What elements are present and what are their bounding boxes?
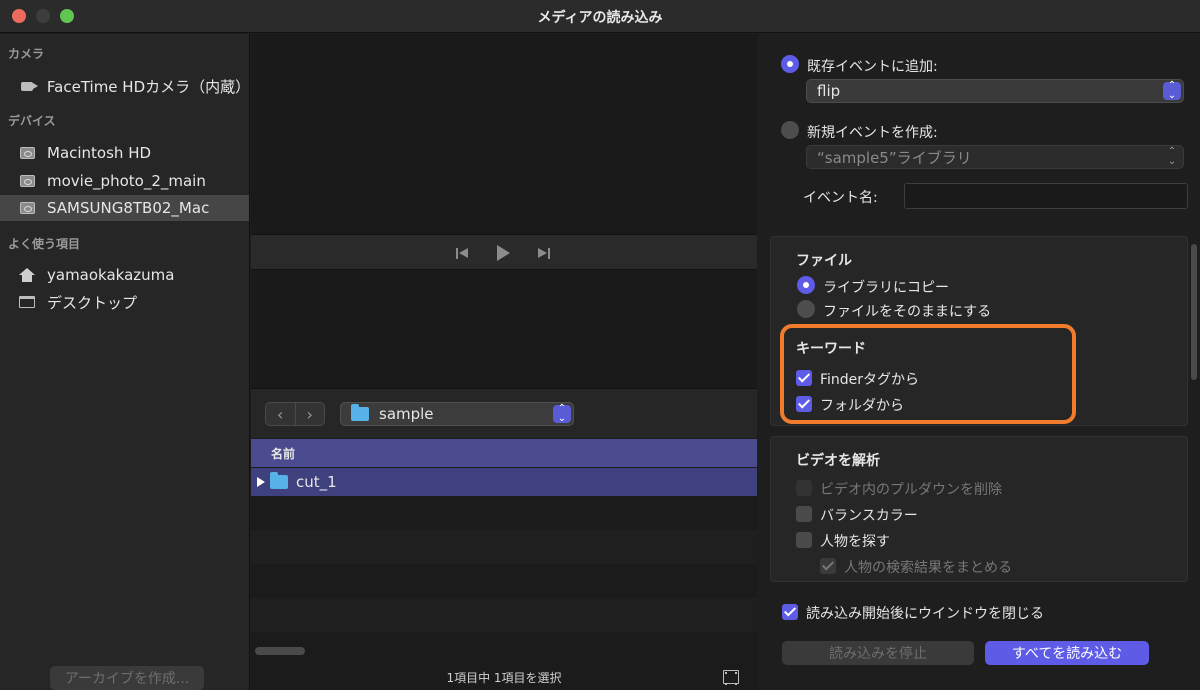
sidebar-section-favorites: よく使う項目 [8,237,81,251]
file-group-title: ファイル [796,253,852,269]
consolidate-people-checkbox[interactable] [820,558,836,574]
leave-in-place-label: ファイルをそのままにする [823,304,992,320]
create-new-event-label: 新規イベントを作成: [807,125,938,141]
balance-color-checkbox[interactable] [796,506,812,522]
filmstrip-view-icon[interactable] [723,670,739,685]
balance-color-label: バランスカラー [820,508,918,524]
sidebar-item-label: yamaokakazuma [47,266,175,284]
event-name-label: イベント名: [803,190,878,206]
column-header-name[interactable]: 名前 [251,439,757,467]
window-title: メディアの読み込み [537,10,663,26]
sidebar-item-label: デスクトップ [47,293,138,312]
updown-arrows-icon: ⌃ ⌄ [553,404,571,424]
import-all-button[interactable]: すべてを読み込む [985,641,1149,665]
existing-event-value: flip [817,82,841,100]
sidebar-item-facetime-camera[interactable]: FaceTime HDカメラ（内蔵） [0,73,251,99]
forward-button[interactable]: › [296,403,325,425]
sidebar-item-movie-photo[interactable]: movie_photo_2_main [0,168,249,194]
sidebar-section-camera: カメラ [8,47,45,61]
disk-icon [18,173,36,189]
find-people-checkbox[interactable] [796,532,812,548]
consolidate-people-label: 人物の検索結果をまとめる [844,560,1012,576]
event-name-field[interactable] [904,183,1188,209]
back-forward-control: ‹ › [265,402,325,426]
remove-pulldown-checkbox[interactable] [796,480,812,496]
house-icon [18,267,36,283]
vertical-scrollbar[interactable] [1191,244,1197,380]
video-analysis-group: ビデオを解析 ビデオ内のプルダウンを削除 バランスカラー 人物を探す 人物の検索… [770,436,1188,582]
stop-import-button[interactable]: 読み込みを停止 [782,641,974,665]
title-bar: メディアの読み込み [0,0,1200,33]
sidebar-item-label: movie_photo_2_main [47,172,206,190]
existing-event-popup[interactable]: flip ⌃ ⌄ [806,79,1184,103]
horizontal-scrollbar[interactable] [255,647,305,655]
skip-forward-icon[interactable] [538,245,554,261]
sidebar-item-macintosh-hd[interactable]: Macintosh HD [0,140,249,166]
disk-icon [18,200,36,216]
updown-arrows-icon: ⌃ ⌄ [1163,81,1181,101]
leave-in-place-radio[interactable] [797,300,815,318]
transport-controls [251,234,757,270]
copy-to-library-radio[interactable] [797,276,815,294]
disclosure-triangle-icon[interactable] [257,477,265,487]
selection-status: 1項目中 1項目を選択 [446,670,562,685]
folder-popup-label: sample [379,405,434,423]
sidebar-item-label: Macintosh HD [47,144,152,162]
updown-arrows-icon: ⌃ ⌄ [1167,146,1177,167]
empty-row [251,598,757,632]
library-popup-value: “sample5”ライブラリ [817,148,972,167]
create-new-event-radio[interactable] [781,121,799,139]
find-people-label: 人物を探す [820,534,890,550]
play-icon[interactable] [497,245,513,261]
skip-back-icon[interactable] [456,245,472,261]
import-options-panel: 既存イベントに追加: flip ⌃ ⌄ 新規イベントを作成: “sample5”ラ… [758,34,1200,690]
close-window-checkbox[interactable] [782,604,798,620]
video-group-title: ビデオを解析 [796,453,880,469]
add-existing-event-label: 既存イベントに追加: [807,59,938,75]
filmstrip-area [251,271,757,388]
keyword-highlight-frame [780,324,1076,424]
sidebar-section-devices: デバイス [8,114,56,128]
add-existing-event-radio[interactable] [781,55,799,73]
remove-pulldown-label: ビデオ内のプルダウンを削除 [820,482,1002,498]
library-popup[interactable]: “sample5”ライブラリ ⌃ ⌄ [806,145,1184,169]
folder-popup[interactable]: sample ⌃ ⌄ [340,402,574,426]
sidebar-item-label: FaceTime HDカメラ（内蔵） [46,77,251,96]
folder-icon [270,472,288,489]
sidebar-item-samsung[interactable]: SAMSUNG8TB02_Mac [0,195,249,221]
back-button[interactable]: ‹ [266,403,296,425]
folder-icon [351,404,369,421]
sidebar-item-label: SAMSUNG8TB02_Mac [47,199,210,217]
empty-row [251,530,757,564]
media-browser: ‹ › sample ⌃ ⌄ 名前 cut_1 1項目中 1項目を選択 [251,34,757,690]
row-name: cut_1 [296,473,337,491]
desktop-icon [18,294,36,310]
disk-icon [18,145,36,161]
table-row[interactable]: cut_1 [251,468,757,496]
create-archive-button[interactable]: アーカイブを作成... [50,666,204,690]
close-window-label: 読み込み開始後にウインドウを閉じる [806,606,1044,622]
browser-nav-bar: ‹ › sample ⌃ ⌄ [251,388,757,438]
sidebar-item-desktop[interactable]: デスクトップ [0,289,249,315]
camera-icon [18,78,38,94]
preview-viewer [251,34,757,234]
copy-to-library-label: ライブラリにコピー [823,280,949,296]
sidebar: カメラ FaceTime HDカメラ（内蔵） デバイス Macintosh HD… [0,34,250,690]
sidebar-item-home[interactable]: yamaokakazuma [0,262,249,288]
